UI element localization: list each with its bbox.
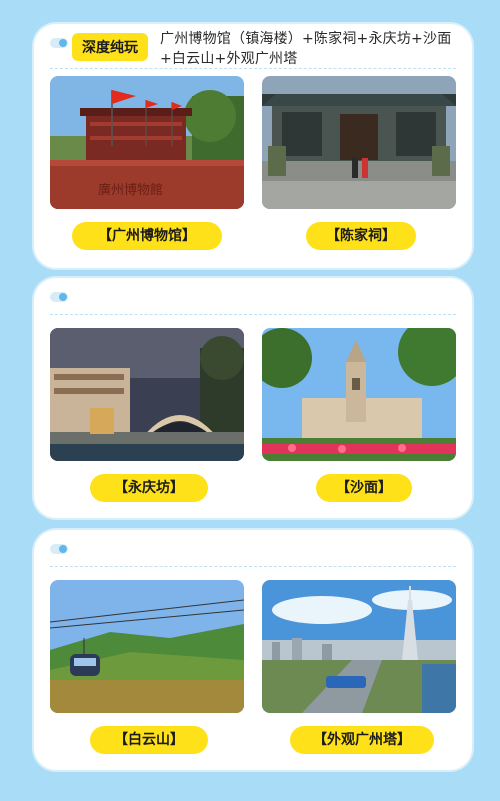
divider xyxy=(50,314,456,315)
toggle-icon xyxy=(50,38,68,48)
toggle-icon xyxy=(50,544,68,554)
label-guangzhou-museum[interactable]: 【广州博物馆】 xyxy=(72,222,222,250)
baiyun-mountain-photo[interactable] xyxy=(50,580,244,713)
divider xyxy=(50,68,456,69)
label-baiyun-mountain[interactable]: 【白云山】 xyxy=(90,726,208,754)
itinerary-card-2: 【永庆坊】 【沙面】 xyxy=(34,278,472,518)
svg-text:廣州博物館: 廣州博物館 xyxy=(98,183,163,198)
label-chen-clan-academy[interactable]: 【陈家祠】 xyxy=(306,222,416,250)
itinerary-title: 广州博物馆（镇海楼）+陈家祠+永庆坊+沙面+白云山+外观广州塔 xyxy=(160,31,452,67)
itinerary-card-1: 深度纯玩 广州博物馆（镇海楼）+陈家祠+永庆坊+沙面+白云山+外观广州塔 廣州博… xyxy=(34,24,472,268)
yongqingfang-photo[interactable] xyxy=(50,328,244,461)
chen-clan-academy-photo[interactable] xyxy=(262,76,456,209)
tour-type-badge: 深度纯玩 xyxy=(72,33,148,61)
itinerary-card-3: 【白云山】 【外观广州塔】 xyxy=(34,530,472,770)
label-canton-tower[interactable]: 【外观广州塔】 xyxy=(290,726,434,754)
label-yongqingfang[interactable]: 【永庆坊】 xyxy=(90,474,208,502)
divider xyxy=(50,566,456,567)
label-shamian[interactable]: 【沙面】 xyxy=(316,474,412,502)
canton-tower-photo[interactable] xyxy=(262,580,456,713)
guangzhou-museum-photo[interactable]: 廣州博物館 xyxy=(50,76,244,209)
toggle-icon xyxy=(50,292,68,302)
shamian-photo[interactable] xyxy=(262,328,456,461)
